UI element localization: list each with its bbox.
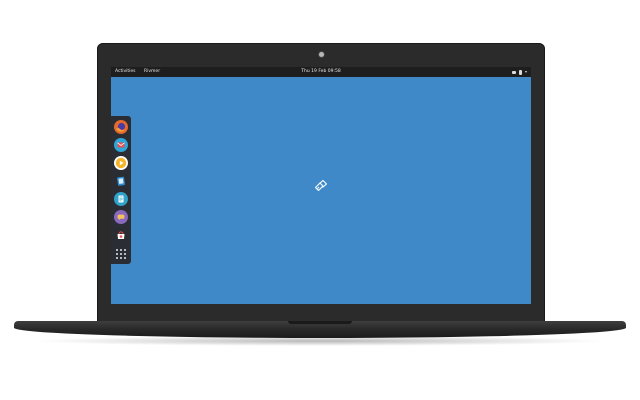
dock-item-firefox[interactable] — [114, 120, 128, 134]
system-status-menu[interactable] — [512, 67, 527, 77]
laptop-mockup: Activities Rivmer Thu 19 Feb 09:58 — [0, 0, 640, 400]
mail-icon — [114, 138, 128, 152]
desktop-screen[interactable]: Activities Rivmer Thu 19 Feb 09:58 — [111, 67, 531, 304]
distro-logo-icon — [314, 179, 328, 192]
dock-item-files[interactable] — [114, 174, 128, 188]
dock-item-music-player[interactable] — [114, 156, 128, 170]
firefox-icon — [114, 120, 128, 134]
store-icon — [117, 231, 125, 239]
network-icon — [512, 70, 516, 74]
app-grid-icon[interactable] — [116, 249, 126, 259]
lid-notch — [288, 321, 352, 324]
dock — [111, 116, 131, 264]
webcam — [319, 52, 324, 57]
clock-button[interactable]: Thu 19 Feb 09:58 — [111, 67, 531, 77]
chat-icon — [114, 210, 128, 224]
chevron-down-icon — [525, 71, 527, 73]
dock-item-office[interactable] — [114, 192, 128, 206]
dock-item-chat[interactable] — [114, 210, 128, 224]
dock-item-store[interactable] — [114, 228, 128, 242]
dock-item-mail[interactable] — [114, 138, 128, 152]
document-icon — [114, 192, 128, 206]
music-player-icon — [114, 156, 128, 170]
top-bar: Activities Rivmer Thu 19 Feb 09:58 — [111, 67, 531, 77]
files-icon — [117, 176, 125, 186]
battery-icon — [519, 69, 522, 75]
